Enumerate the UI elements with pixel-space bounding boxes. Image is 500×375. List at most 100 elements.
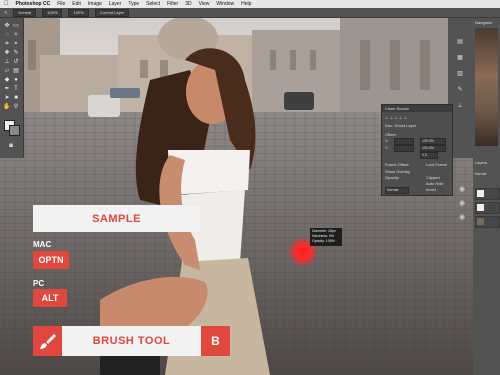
menu-select[interactable]: Select — [146, 1, 160, 7]
brush-panel-icon[interactable]: ✎ — [454, 86, 466, 94]
offset-x-field[interactable] — [394, 138, 414, 145]
menu-layer[interactable]: Layer — [109, 1, 122, 7]
tools-panel: ✥ ▭ ◌ ✧ ⌗ ⌖ ✚ ✎ ⊥ ↺ ▱ ▤ ◆ ● ✒ T ➤ ■ ✋ ⚲ … — [0, 18, 24, 158]
zoom-tool-icon[interactable]: ⚲ — [12, 103, 20, 111]
menu-app-name[interactable]: Photoshop CC — [16, 1, 51, 7]
clone-source-title[interactable]: Clone Source — [382, 105, 452, 112]
layer-row[interactable] — [475, 202, 500, 214]
gradient-tool-icon[interactable]: ▤ — [12, 67, 20, 75]
eraser-tool-icon[interactable]: ▱ — [3, 67, 11, 75]
tooltip-opacity: Opacity: 100% — [312, 239, 335, 243]
options-bar: ✎ Normal 100% 100% Current Layer — [0, 8, 500, 18]
blend-mode-select[interactable]: Normal — [385, 187, 409, 194]
y-label: Y: — [385, 145, 389, 150]
marquee-tool-icon[interactable]: ▭ — [12, 22, 20, 30]
clone-source-buttons: ⊥ ⊥ ⊥ ⊥ ⊥ — [385, 115, 407, 120]
layers-side-icons: ◉ ◉ ◉ — [456, 185, 470, 375]
shape-tool-icon[interactable]: ■ — [12, 94, 20, 102]
brush-icon — [39, 334, 56, 349]
move-tool-icon[interactable]: ✥ — [3, 22, 11, 30]
clone-source-slot-icon[interactable]: ⊥ — [390, 115, 393, 120]
clipped-checkbox[interactable]: Clipped — [426, 175, 440, 180]
hand-tool-icon[interactable]: ✋ — [3, 103, 11, 111]
brush-tool-icon[interactable]: ✎ — [12, 49, 20, 57]
clone-source-slot-icon[interactable]: ⊥ — [394, 115, 397, 120]
menu-file[interactable]: File — [57, 1, 65, 7]
layer-row[interactable] — [475, 188, 500, 200]
clone-source-name: Doc: Ghost Layer — [385, 123, 417, 128]
layer-thumbnail — [477, 190, 484, 197]
history-brush-icon[interactable]: ↺ — [12, 58, 20, 66]
clone-source-slot-icon[interactable]: ⊥ — [385, 115, 388, 120]
quick-select-tool-icon[interactable]: ✧ — [12, 31, 20, 39]
menu-3d[interactable]: 3D — [185, 1, 191, 7]
navigator-panel: Navigator — [473, 18, 500, 158]
apple-menu-icon[interactable]:  — [4, 1, 9, 7]
brush-size-tooltip: Diameter: 26px Hardness: 0% Opacity: 100… — [310, 228, 342, 246]
layer-row[interactable] — [475, 216, 500, 228]
navigator-title: Navigator — [475, 20, 493, 25]
tool-name-box: BRUSH TOOL — [62, 326, 201, 356]
tool-preset-icon[interactable]: ✎ — [4, 10, 7, 15]
swatches-panel-icon[interactable]: ▧ — [454, 70, 466, 78]
show-overlay-checkbox[interactable]: Show Overlay — [385, 169, 410, 174]
layers-panel: Layers Normal — [473, 158, 500, 375]
clone-source-slot-icon[interactable]: ⊥ — [399, 115, 402, 120]
layer-visibility-icon[interactable]: ◉ — [456, 213, 468, 223]
healing-tool-icon[interactable]: ✚ — [3, 49, 11, 57]
clone-source-panel: Clone Source ⊥ ⊥ ⊥ ⊥ ⊥ Doc: Ghost Layer … — [381, 104, 453, 196]
pen-tool-icon[interactable]: ✒ — [3, 85, 11, 93]
type-tool-icon[interactable]: T — [12, 85, 20, 93]
flow-field[interactable]: 100% — [68, 8, 89, 17]
opacity-label: Opacity: — [385, 175, 400, 180]
menu-image[interactable]: Image — [88, 1, 102, 7]
mode-select[interactable]: Normal — [13, 8, 37, 17]
blur-tool-icon[interactable]: ◆ — [3, 76, 11, 84]
quick-mask-icon[interactable]: ◙ — [7, 142, 15, 150]
pc-key-badge: ALT — [33, 289, 67, 307]
offset-y-field[interactable] — [394, 145, 414, 152]
eyedropper-tool-icon[interactable]: ⌖ — [12, 40, 20, 48]
background-color-swatch[interactable] — [9, 125, 20, 136]
menu-bar:  Photoshop CC File Edit Image Layer Typ… — [0, 0, 500, 8]
mac-key-badge: OPTN — [33, 251, 69, 269]
navigator-thumbnail[interactable] — [475, 28, 498, 146]
clone-source-slot-icon[interactable]: ⊥ — [403, 115, 406, 120]
sample-label-box: SAMPLE — [33, 205, 200, 232]
clone-stamp-tool-icon[interactable]: ⊥ — [3, 58, 11, 66]
menu-window[interactable]: Window — [216, 1, 234, 7]
crop-tool-icon[interactable]: ⌗ — [3, 40, 11, 48]
height-scale-field[interactable]: 100.0% — [420, 145, 446, 152]
sample-select[interactable]: Current Layer — [94, 8, 130, 17]
dodge-tool-icon[interactable]: ● — [12, 76, 20, 84]
properties-panel-icon[interactable]: ▦ — [454, 54, 466, 62]
offset-label: Offset: — [385, 132, 397, 137]
tool-shortcut-badge: B — [201, 326, 230, 356]
layer-thumbnail — [477, 218, 484, 225]
mac-label: MAC — [33, 240, 52, 249]
frame-offset-label: Frame Offset: — [385, 162, 410, 167]
menu-help[interactable]: Help — [241, 1, 251, 7]
menu-filter[interactable]: Filter — [167, 1, 178, 7]
layer-visibility-icon[interactable]: ◉ — [456, 199, 468, 209]
width-scale-field[interactable]: 100.0% — [420, 138, 446, 145]
angle-field[interactable]: 0.0 — [420, 152, 438, 159]
path-select-icon[interactable]: ➤ — [3, 94, 11, 102]
auto-hide-checkbox[interactable]: Auto Hide — [426, 181, 444, 186]
menu-edit[interactable]: Edit — [72, 1, 81, 7]
menu-type[interactable]: Type — [128, 1, 139, 7]
layers-title: Layers — [475, 160, 488, 165]
menu-view[interactable]: View — [199, 1, 210, 7]
layer-visibility-icon[interactable]: ◉ — [456, 185, 468, 195]
clone-source-panel-icon[interactable]: ⊥ — [454, 102, 466, 110]
history-panel-icon[interactable]: ▤ — [454, 38, 466, 46]
pc-label: PC — [33, 279, 45, 288]
layers-mode[interactable]: Normal — [475, 172, 486, 176]
x-label: X: — [385, 138, 389, 143]
lock-frame-checkbox[interactable]: Lock Frame — [426, 162, 447, 167]
opacity-field[interactable]: 100% — [42, 8, 63, 17]
invert-checkbox[interactable]: Invert — [426, 187, 436, 192]
lasso-tool-icon[interactable]: ◌ — [3, 31, 11, 39]
brush-tool-badge — [33, 326, 62, 356]
layer-thumbnail — [477, 204, 484, 211]
